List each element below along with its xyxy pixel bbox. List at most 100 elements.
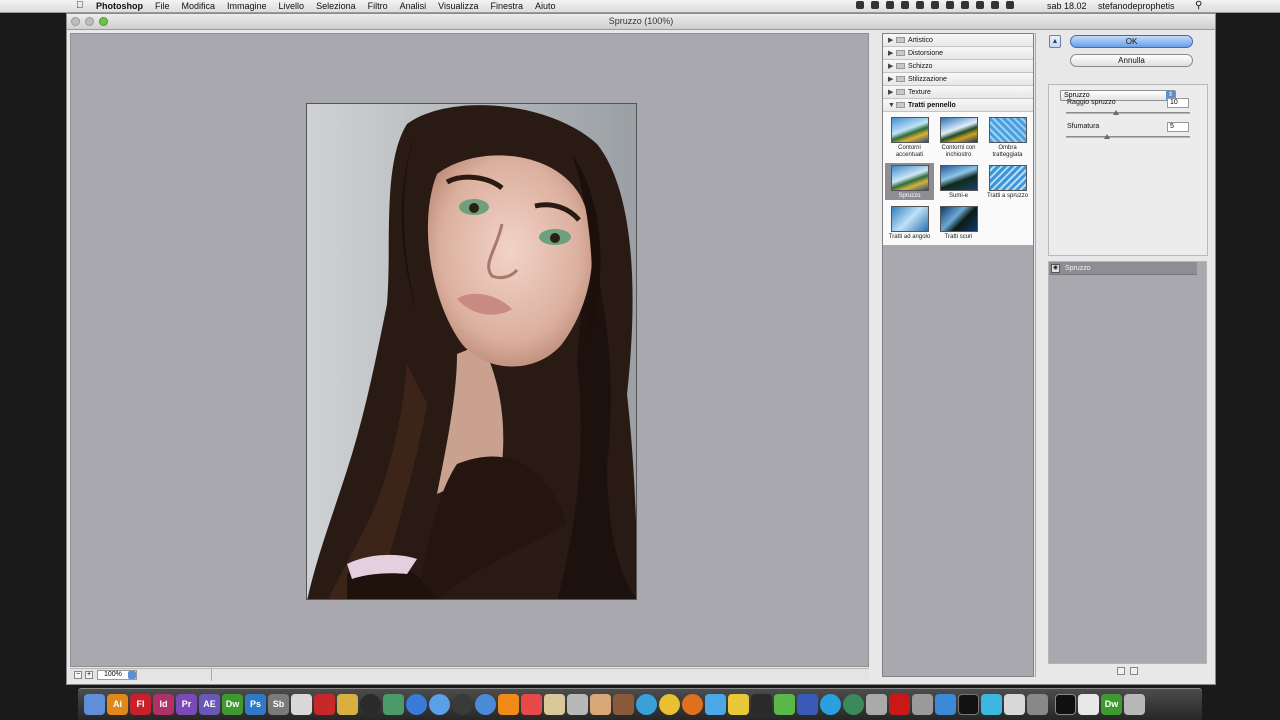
finder-icon[interactable] <box>84 694 105 715</box>
itunes-icon[interactable] <box>406 694 427 715</box>
terminal-icon[interactable] <box>958 694 979 715</box>
app-icon[interactable] <box>866 694 887 715</box>
app-icon[interactable] <box>590 694 611 715</box>
slider-knob[interactable] <box>1104 134 1110 139</box>
collapse-gallery-button[interactable]: ▲ <box>1049 35 1061 48</box>
zoom-in-button[interactable]: + <box>85 671 93 679</box>
app-icon[interactable] <box>981 694 1002 715</box>
time-machine-icon[interactable] <box>946 1 954 9</box>
app-icon[interactable] <box>751 694 772 715</box>
app-icon[interactable] <box>1027 694 1048 715</box>
sync-icon[interactable] <box>961 1 969 9</box>
thumb-contorni-accentuati[interactable]: Contorni accentuati <box>885 115 934 159</box>
disclosure-right-icon[interactable]: ▶ <box>888 34 896 47</box>
app-icon[interactable] <box>797 694 818 715</box>
new-effect-layer-icon[interactable] <box>1117 667 1125 675</box>
thumb-contorni-con-inchiostro[interactable]: Contorni con inchiostro <box>934 115 983 159</box>
twitter-icon[interactable] <box>705 694 726 715</box>
apple-menu-icon[interactable]:  <box>76 0 84 11</box>
app-icon[interactable] <box>544 694 565 715</box>
disclosure-down-icon[interactable]: ▼ <box>888 99 896 112</box>
script-icon[interactable] <box>916 1 924 9</box>
param-value-sfumatura[interactable]: 5 <box>1167 122 1189 132</box>
bluetooth-icon[interactable] <box>931 1 939 9</box>
thumb-ombra-tratteggiata[interactable]: Ombra tratteggiata <box>983 115 1032 159</box>
ok-button[interactable]: OK <box>1070 35 1193 48</box>
skype-icon[interactable] <box>820 694 841 715</box>
thumb-tratti-ad-angolo[interactable]: Tratti ad angolo <box>885 204 934 241</box>
trash-icon[interactable] <box>1124 694 1145 715</box>
menu-finestra[interactable]: Finestra <box>490 1 523 11</box>
menu-analisi[interactable]: Analisi <box>400 1 427 11</box>
app-icon[interactable] <box>360 694 381 715</box>
app-icon[interactable] <box>475 694 496 715</box>
menu-file[interactable]: File <box>155 1 170 11</box>
wifi-icon[interactable] <box>1006 1 1014 9</box>
panel-splitter[interactable] <box>1035 33 1047 677</box>
thumb-spruzzo[interactable]: Spruzzo <box>885 163 934 200</box>
disclosure-right-icon[interactable]: ▶ <box>888 60 896 73</box>
dropbox-icon[interactable] <box>871 1 879 9</box>
app-icon[interactable] <box>452 694 473 715</box>
disclosure-right-icon[interactable]: ▶ <box>888 73 896 86</box>
chrome-icon[interactable] <box>659 694 680 715</box>
app-icon[interactable] <box>843 694 864 715</box>
slider-sfumatura[interactable] <box>1066 134 1190 139</box>
menu-livello[interactable]: Livello <box>279 1 305 11</box>
zoom-dropdown-icon[interactable] <box>128 671 136 679</box>
soundbooth-icon[interactable]: Sb <box>268 694 289 715</box>
app-icon[interactable] <box>1078 694 1099 715</box>
category-texture[interactable]: ▶ Texture <box>883 86 1033 99</box>
disclosure-right-icon[interactable]: ▶ <box>888 86 896 99</box>
dreamweaver-icon[interactable]: Dw <box>222 694 243 715</box>
thumb-tratti-a-spruzzo[interactable]: Tratti a spruzzo <box>983 163 1032 200</box>
app-icon[interactable] <box>567 694 588 715</box>
app-icon[interactable] <box>314 694 335 715</box>
menu-modifica[interactable]: Modifica <box>182 1 216 11</box>
calendar-icon[interactable] <box>521 694 542 715</box>
app-icon[interactable] <box>1004 694 1025 715</box>
photoshop-icon[interactable]: Ps <box>245 694 266 715</box>
battery-icon[interactable] <box>976 1 984 9</box>
menu-immagine[interactable]: Immagine <box>227 1 267 11</box>
app-icon[interactable] <box>728 694 749 715</box>
eye-icon[interactable]: ◉ <box>1051 264 1060 273</box>
param-value-raggio-spruzzo[interactable]: 10 <box>1167 98 1189 108</box>
menu-aiuto[interactable]: Aiuto <box>535 1 556 11</box>
screen-record-icon[interactable] <box>856 1 864 9</box>
zoom-out-button[interactable]: − <box>74 671 82 679</box>
premiere-icon[interactable]: Pr <box>176 694 197 715</box>
menu-app-name[interactable]: Photoshop <box>96 1 143 11</box>
effect-layer-row[interactable]: ◉ Spruzzo <box>1049 262 1197 275</box>
dreamweaver-icon[interactable]: Dw <box>1101 694 1122 715</box>
category-schizzo[interactable]: ▶ Schizzo <box>883 60 1033 73</box>
delete-effect-layer-icon[interactable] <box>1130 667 1138 675</box>
cancel-button[interactable]: Annulla <box>1070 54 1193 67</box>
category-stilizzazione[interactable]: ▶ Stilizzazione <box>883 73 1033 86</box>
app-icon[interactable] <box>383 694 404 715</box>
indesign-icon[interactable]: Id <box>153 694 174 715</box>
after-effects-icon[interactable]: AE <box>199 694 220 715</box>
app-icon[interactable] <box>912 694 933 715</box>
dropbox-icon[interactable] <box>935 694 956 715</box>
app-icon[interactable] <box>636 694 657 715</box>
thumb-sumi-e[interactable]: Sumi-e <box>934 163 983 200</box>
evernote-icon[interactable] <box>774 694 795 715</box>
volume-icon[interactable] <box>991 1 999 9</box>
illustrator-icon[interactable]: Ai <box>107 694 128 715</box>
flash-icon[interactable]: Fl <box>130 694 151 715</box>
menu-visualizza[interactable]: Visualizza <box>438 1 478 11</box>
category-distorsione[interactable]: ▶ Distorsione <box>883 47 1033 60</box>
app-icon[interactable] <box>1055 694 1076 715</box>
app-icon[interactable] <box>613 694 634 715</box>
menu-clock[interactable]: sab 18.02 <box>1047 1 1087 11</box>
app-icon[interactable] <box>337 694 358 715</box>
category-tratti-pennello[interactable]: ▼ Tratti pennello <box>883 99 1033 112</box>
vlc-icon[interactable] <box>498 694 519 715</box>
slider-knob[interactable] <box>1113 110 1119 115</box>
app-icon[interactable] <box>291 694 312 715</box>
notification-icon[interactable] <box>901 1 909 9</box>
app-icon[interactable] <box>429 694 450 715</box>
category-artistico[interactable]: ▶ Artistico <box>883 34 1033 47</box>
preview-canvas[interactable] <box>70 33 869 667</box>
